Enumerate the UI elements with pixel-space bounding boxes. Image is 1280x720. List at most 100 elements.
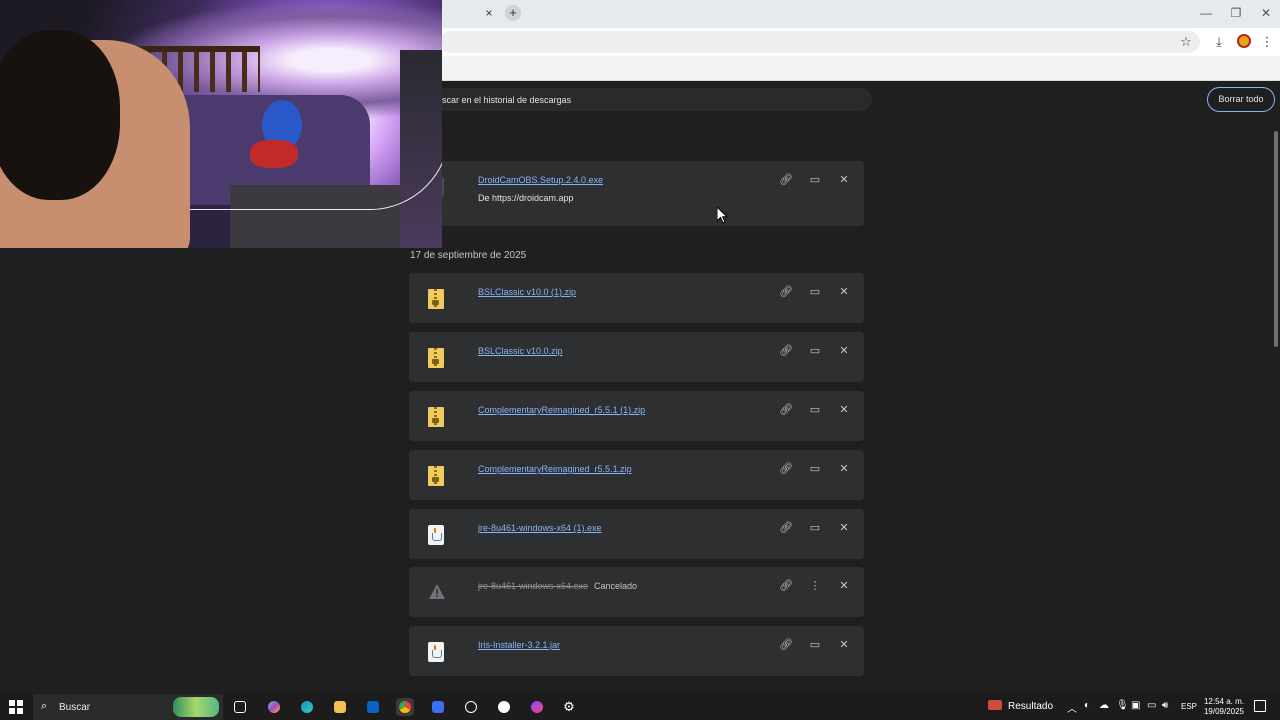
copy-link-icon[interactable]: 🔗︎	[779, 403, 793, 417]
zip-icon	[428, 407, 444, 427]
copy-link-icon[interactable]: 🔗︎	[779, 521, 793, 535]
widget-icon	[988, 700, 1002, 710]
webcam-cable	[160, 80, 442, 210]
download-file-link[interactable]: ComplementaryReimagined_r5.5.1 (1).zip	[478, 405, 645, 415]
copy-link-icon[interactable]: 🔗︎	[779, 462, 793, 476]
search-highlight-art	[173, 697, 219, 717]
download-item: Iris-Installer-3.2.1.jar 🔗︎ ▭ ✕	[409, 626, 864, 676]
warning-icon	[428, 583, 445, 603]
volume-icon[interactable]: 🔊︎	[1162, 700, 1168, 711]
clock-date: 19/09/2025	[1203, 707, 1245, 716]
show-in-folder-icon[interactable]: ▭	[808, 521, 822, 535]
taskbar: ⌕ Buscar ⚙ Resultado ︿ ◐ ☁ 🎙︎ ▣ ▭ 🔊︎ ESP…	[0, 694, 1280, 720]
download-item: ComplementaryReimagined_r5.5.1 (1).zip 🔗…	[409, 391, 864, 441]
mouse-cursor-icon	[717, 207, 729, 224]
java-icon	[428, 525, 444, 545]
chrome-icon[interactable]	[396, 698, 414, 716]
copy-link-icon[interactable]: 🔗︎	[779, 579, 793, 593]
widgets-weather[interactable]: Resultado	[988, 700, 1053, 712]
zip-icon	[428, 289, 444, 309]
download-status: Cancelado	[594, 581, 638, 591]
clear-all-button[interactable]: Borrar todo	[1207, 87, 1275, 112]
downloads-icon[interactable]: ⤓	[1210, 33, 1228, 51]
download-file-link[interactable]: Iris-Installer-3.2.1.jar	[478, 640, 560, 650]
download-item: DroidCamOBS.Setup.2.4.0.exe De https://d…	[409, 161, 864, 226]
profile-avatar[interactable]	[1237, 34, 1251, 48]
task-view-icon[interactable]	[231, 698, 249, 716]
xbox-icon[interactable]	[495, 698, 513, 716]
copilot-icon[interactable]	[265, 698, 283, 716]
tray-expand-icon[interactable]: ︿	[1067, 700, 1077, 715]
store-icon[interactable]	[429, 698, 447, 716]
taskbar-search[interactable]: ⌕ Buscar	[33, 694, 223, 720]
download-file-link[interactable]: BSLClassic v10.0.zip	[478, 346, 563, 356]
outlook-icon[interactable]	[364, 698, 382, 716]
minimize-button[interactable]: —	[1194, 4, 1218, 22]
onedrive-icon[interactable]: ☁	[1099, 700, 1109, 711]
edge-icon[interactable]	[298, 698, 316, 716]
search-icon: ⌕	[41, 700, 48, 712]
zip-icon	[428, 348, 444, 368]
menu-kebab-icon[interactable]: ⋮	[1258, 33, 1276, 51]
tray-app-icon[interactable]: ◐	[1084, 700, 1090, 711]
download-file-link[interactable]: DroidCamOBS.Setup.2.4.0.exe	[478, 175, 603, 185]
download-item-cancelled: jre-8u461-windows-x64.exe Cancelado 🔗︎ ⋮…	[409, 567, 864, 617]
remove-icon[interactable]: ✕	[837, 173, 851, 187]
new-tab-button[interactable]: +	[505, 5, 521, 21]
remove-icon[interactable]: ✕	[837, 638, 851, 652]
download-file-link[interactable]: ComplementaryReimagined_r5.5.1.zip	[478, 464, 632, 474]
tray-camera-icon[interactable]: ▣	[1131, 700, 1140, 711]
remove-icon[interactable]: ✕	[837, 344, 851, 358]
copy-link-icon[interactable]: 🔗︎	[779, 638, 793, 652]
address-bar[interactable]	[440, 31, 1200, 53]
download-file-link[interactable]: jre-8u461-windows-x64 (1).exe	[478, 523, 602, 533]
clock-time: 12:54 a. m.	[1203, 697, 1245, 706]
downloads-search-placeholder: scar en el historial de descargas	[442, 95, 572, 105]
clock[interactable]: 12:54 a. m. 19/09/2025	[1200, 697, 1248, 717]
show-in-folder-icon[interactable]: ▭	[808, 638, 822, 652]
language-indicator[interactable]: ESP	[1181, 702, 1197, 711]
microphone-icon[interactable]: 🎙︎	[1116, 700, 1129, 711]
copy-link-icon[interactable]: 🔗︎	[779, 344, 793, 358]
remove-icon[interactable]: ✕	[837, 521, 851, 535]
show-in-folder-icon[interactable]: ▭	[808, 344, 822, 358]
more-options-icon[interactable]: ⋮	[808, 579, 822, 593]
notification-icon[interactable]	[1254, 700, 1266, 712]
zip-icon	[428, 466, 444, 486]
download-item: jre-8u461-windows-x64 (1).exe 🔗︎ ▭ ✕	[409, 509, 864, 559]
screen: × + — ❐ ✕ ☆ ⤓ ⋮ scar en el historial de …	[0, 0, 1280, 720]
app-circle-icon[interactable]	[462, 698, 480, 716]
show-in-folder-icon[interactable]: ▭	[808, 462, 822, 476]
show-in-folder-icon[interactable]: ▭	[808, 285, 822, 299]
download-source: De https://droidcam.app	[478, 193, 574, 203]
java-icon	[428, 642, 444, 662]
download-file-link[interactable]: BSLClassic v10.0 (1).zip	[478, 287, 576, 297]
network-icon[interactable]: ▭	[1147, 700, 1156, 711]
show-in-folder-icon[interactable]: ▭	[808, 403, 822, 417]
copy-link-icon[interactable]: 🔗︎	[779, 285, 793, 299]
taskbar-search-label: Buscar	[59, 702, 91, 713]
bookmark-star-icon[interactable]: ☆	[1177, 33, 1195, 51]
download-file-name: jre-8u461-windows-x64.exe	[478, 581, 589, 591]
page-scrollbar[interactable]	[1272, 121, 1280, 694]
app-gradient-icon[interactable]	[528, 698, 546, 716]
remove-icon[interactable]: ✕	[837, 403, 851, 417]
webcam-person-hair	[0, 30, 120, 200]
webcam-overlay	[0, 0, 442, 248]
windows-start-icon[interactable]	[9, 700, 23, 714]
remove-icon[interactable]: ✕	[837, 462, 851, 476]
file-explorer-icon[interactable]	[331, 698, 349, 716]
download-item: ComplementaryReimagined_r5.5.1.zip 🔗︎ ▭ …	[409, 450, 864, 500]
download-item: BSLClassic v10.0 (1).zip 🔗︎ ▭ ✕	[409, 273, 864, 323]
copy-link-icon[interactable]: 🔗︎	[779, 173, 793, 187]
widget-label: Resultado	[1008, 701, 1054, 712]
scrollbar-thumb[interactable]	[1274, 131, 1278, 347]
restore-button[interactable]: ❐	[1224, 4, 1248, 22]
remove-icon[interactable]: ✕	[837, 285, 851, 299]
settings-gear-icon[interactable]: ⚙	[560, 698, 578, 716]
close-tab-icon[interactable]: ×	[482, 6, 496, 20]
show-in-folder-icon[interactable]: ▭	[808, 173, 822, 187]
section-date-heading: 17 de septiembre de 2025	[410, 250, 527, 261]
close-window-button[interactable]: ✕	[1254, 4, 1278, 22]
remove-icon[interactable]: ✕	[837, 579, 851, 593]
